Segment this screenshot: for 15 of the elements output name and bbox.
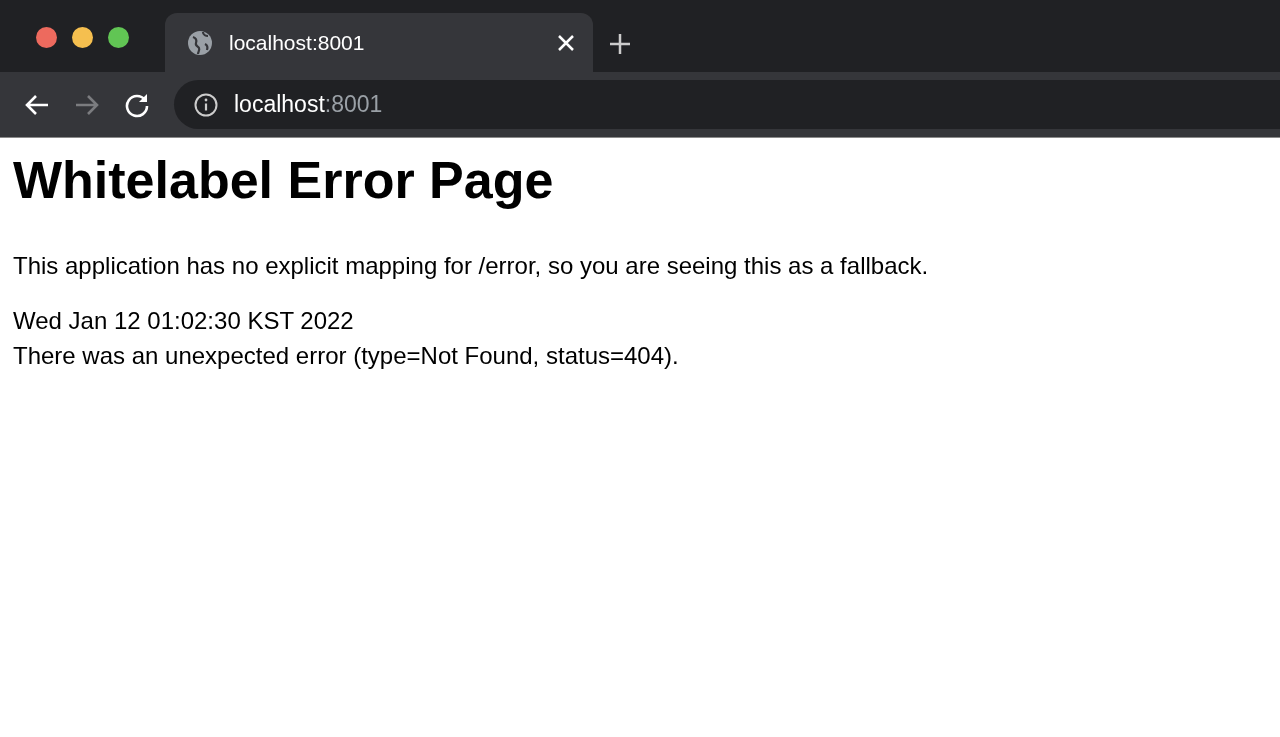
tab-title: localhost:8001 bbox=[229, 29, 366, 56]
new-tab-button[interactable] bbox=[609, 33, 631, 55]
info-icon bbox=[194, 92, 218, 117]
address-bar[interactable]: localhost:8001 bbox=[174, 80, 1280, 129]
browser-tab[interactable]: localhost:8001 bbox=[165, 13, 593, 72]
minimize-window-button[interactable] bbox=[72, 27, 93, 48]
url-text: localhost:8001 bbox=[234, 90, 383, 120]
globe-icon bbox=[187, 29, 213, 56]
close-tab-button[interactable] bbox=[557, 33, 575, 52]
page-heading: Whitelabel Error Page bbox=[13, 152, 555, 210]
error-detail: There was an unexpected error (type=Not Found, status=404). bbox=[13, 340, 680, 371]
maximize-window-button[interactable] bbox=[108, 27, 129, 48]
error-detail: Wed Jan 12 01:02:30 KST 2022 bbox=[13, 305, 355, 336]
close-window-button[interactable] bbox=[36, 27, 57, 48]
error-message: This application has no explicit mapping for /error, so you are seeing this as a fallback. bbox=[13, 251, 930, 282]
